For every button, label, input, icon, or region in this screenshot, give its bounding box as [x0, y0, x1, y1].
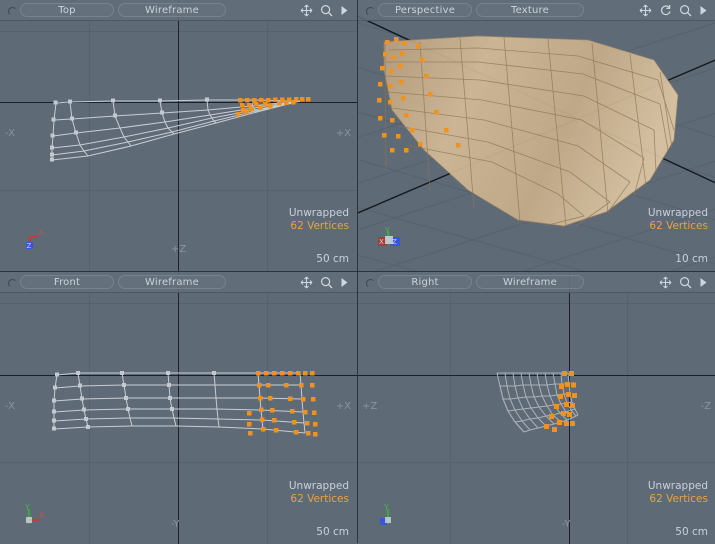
- viewport-status-bottom-left: Unwrapped 62 Vertices: [289, 480, 349, 506]
- viewport-tools-bottom-right[interactable]: [659, 276, 712, 289]
- svg-text:Y: Y: [24, 503, 30, 512]
- shading-selector-bottom-right[interactable]: Wireframe: [476, 275, 584, 289]
- svg-text:Z: Z: [27, 242, 32, 250]
- shading-selector-top-left[interactable]: Wireframe: [118, 3, 226, 17]
- status-object-name: Unwrapped: [647, 207, 708, 219]
- shading-selector-bottom-left[interactable]: Wireframe: [118, 275, 226, 289]
- move-icon[interactable]: [300, 276, 313, 289]
- svg-text:Y: Y: [384, 226, 390, 235]
- viewport-header-top-left[interactable]: Top Wireframe: [0, 0, 357, 21]
- viewport-menu-icon[interactable]: [364, 5, 375, 16]
- viewport-header-bottom-left[interactable]: Front Wireframe: [0, 272, 357, 293]
- status-vertex-count: 62 Vertices: [290, 220, 349, 232]
- svg-text:Y: Y: [383, 503, 389, 512]
- axis-gizmo-bottom-left: Y X: [24, 503, 45, 524]
- rotate-icon[interactable]: [659, 4, 672, 17]
- viewport-status-top-left: Unwrapped 62 Vertices: [289, 207, 349, 233]
- viewport-bottom-left[interactable]: Front Wireframe -X +X -Y Unwrapped 62 Ve…: [0, 272, 357, 544]
- axis-label-left-bottom-right: +Z: [362, 401, 378, 412]
- play-icon[interactable]: [340, 277, 349, 288]
- status-object-name: Unwrapped: [647, 480, 708, 492]
- axis-label-bottom-bottom-left: -Y: [171, 519, 180, 530]
- axis-label-bottom-bottom-right: -Y: [562, 519, 571, 530]
- zoom-icon[interactable]: [679, 4, 692, 17]
- viewport-bottom-right[interactable]: Right Wireframe +Z -Z -Y Unwrapped 62 Ve…: [358, 272, 715, 544]
- move-icon[interactable]: [300, 4, 313, 17]
- scale-indicator-bottom-right: 50 cm: [675, 526, 708, 538]
- zoom-icon[interactable]: [679, 276, 692, 289]
- move-icon[interactable]: [659, 276, 672, 289]
- viewport-status-bottom-right: Unwrapped 62 Vertices: [648, 480, 708, 506]
- status-vertex-count: 62 Vertices: [649, 493, 708, 505]
- axis-label-right-bottom-left: +X: [335, 401, 351, 412]
- axis-label-right-top-left: +X: [335, 128, 351, 139]
- zoom-icon[interactable]: [320, 4, 333, 17]
- scale-indicator-top-left: 50 cm: [316, 253, 349, 265]
- play-icon[interactable]: [699, 5, 708, 16]
- shading-selector-top-right[interactable]: Texture: [476, 3, 584, 17]
- viewport-header-top-right[interactable]: Perspective Texture: [358, 0, 715, 21]
- axis-label-left-top-left: -X: [5, 128, 15, 139]
- status-object-name: Unwrapped: [288, 480, 349, 492]
- viewport-grid: Top Wireframe -X +X +Z Unwrapped 62 Vert…: [0, 0, 715, 544]
- status-object-name: Unwrapped: [288, 207, 349, 219]
- view-selector-top-left[interactable]: Top: [20, 3, 114, 17]
- move-icon[interactable]: [639, 4, 652, 17]
- view-selector-top-right[interactable]: Perspective: [378, 3, 472, 17]
- viewport-menu-icon[interactable]: [6, 5, 17, 16]
- viewport-menu-icon[interactable]: [364, 277, 375, 288]
- axis-gizmo-bottom-right: Y: [380, 503, 391, 525]
- viewport-top-left[interactable]: Top Wireframe -X +X +Z Unwrapped 62 Vert…: [0, 0, 357, 271]
- axis-gizmo-top-right: X Y Z: [378, 226, 400, 246]
- viewport-top-right[interactable]: Perspective Texture Unwrapped 62 Vertice…: [358, 0, 715, 271]
- viewport-menu-icon[interactable]: [6, 277, 17, 288]
- svg-text:X: X: [39, 511, 45, 520]
- zoom-icon[interactable]: [320, 276, 333, 289]
- play-icon[interactable]: [699, 277, 708, 288]
- view-selector-bottom-right[interactable]: Right: [378, 275, 472, 289]
- viewport-tools-top-right[interactable]: [639, 4, 712, 17]
- view-selector-bottom-left[interactable]: Front: [20, 275, 114, 289]
- viewport-status-top-right: Unwrapped 62 Vertices: [648, 207, 708, 233]
- svg-text:X: X: [379, 238, 384, 246]
- viewport-tools-bottom-left[interactable]: [300, 276, 353, 289]
- svg-text:X: X: [38, 228, 44, 237]
- axis-label-bottom-top-left: +Z: [171, 244, 187, 255]
- viewport-tools-top-left[interactable]: [300, 4, 353, 17]
- axis-label-right-bottom-right: -Z: [700, 401, 711, 412]
- scale-indicator-bottom-left: 50 cm: [316, 526, 349, 538]
- scale-indicator-top-right: 10 cm: [675, 253, 708, 265]
- status-vertex-count: 62 Vertices: [290, 493, 349, 505]
- viewport-header-bottom-right[interactable]: Right Wireframe: [358, 272, 715, 293]
- play-icon[interactable]: [340, 5, 349, 16]
- axis-gizmo-top-left: X Z: [26, 228, 44, 250]
- axis-label-left-bottom-left: -X: [5, 401, 15, 412]
- status-vertex-count: 62 Vertices: [649, 220, 708, 232]
